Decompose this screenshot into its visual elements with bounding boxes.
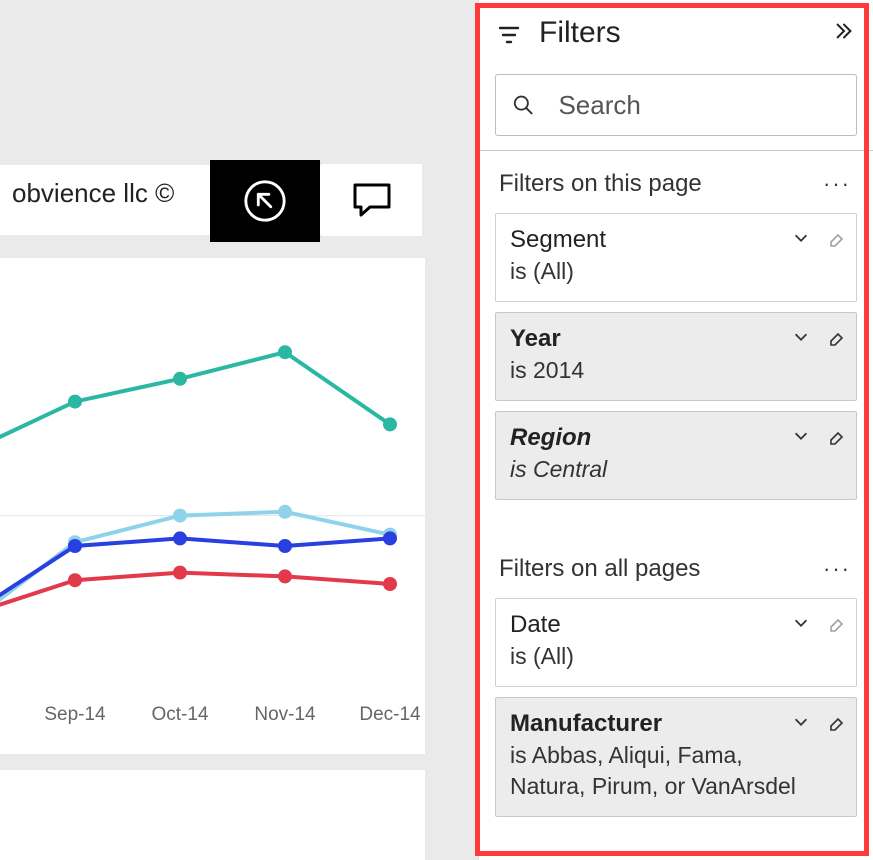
- chevron-down-icon: [792, 229, 810, 247]
- section-head-all: Filters on all pages ···: [479, 536, 873, 592]
- line-chart-plot: Sep-14 Oct-14 Nov-14 Dec-14: [0, 258, 425, 754]
- filter-value: is Central: [510, 454, 842, 485]
- clear-filter-button[interactable]: [824, 327, 844, 352]
- clear-filter-button[interactable]: [824, 228, 844, 253]
- svg-text:Dec-14: Dec-14: [359, 704, 421, 725]
- drill-up-button[interactable]: [210, 160, 320, 242]
- clear-filter-button[interactable]: [824, 712, 844, 737]
- filter-value: is Abbas, Aliqui, Fama, Natura, Pirum, o…: [510, 740, 842, 802]
- expand-filter-button[interactable]: [792, 614, 810, 637]
- eraser-icon: [824, 426, 844, 446]
- attribution-text: obvience llc ©: [12, 178, 174, 209]
- clear-filter-button[interactable]: [824, 613, 844, 638]
- filter-icon: [497, 23, 521, 47]
- filter-value: is (All): [510, 256, 842, 287]
- section-page-more-button[interactable]: ···: [821, 169, 853, 199]
- filter-value: is 2014: [510, 355, 842, 386]
- svg-text:Sep-14: Sep-14: [44, 704, 106, 725]
- filters-search-input[interactable]: [556, 89, 840, 122]
- section-head-page: Filters on this page ···: [479, 151, 873, 207]
- chevron-down-icon: [792, 328, 810, 346]
- filters-pane-header: Filters: [479, 0, 873, 66]
- search-icon: [512, 92, 534, 118]
- eraser-icon: [824, 327, 844, 347]
- chevron-down-icon: [792, 427, 810, 445]
- collapse-pane-button[interactable]: [833, 20, 855, 47]
- filters-search[interactable]: [495, 74, 857, 136]
- filter-card-year[interactable]: Year is 2014: [495, 312, 857, 401]
- line-chart[interactable]: Sep-14 Oct-14 Nov-14 Dec-14: [0, 258, 425, 754]
- section-label-page: Filters on this page: [499, 170, 821, 198]
- filter-card-date[interactable]: Date is (All): [495, 598, 857, 687]
- report-top-bar: [0, 0, 478, 158]
- expand-filter-button[interactable]: [792, 229, 810, 252]
- expand-filter-button[interactable]: [792, 427, 810, 450]
- filter-card-region[interactable]: Region is Central: [495, 411, 857, 500]
- filters-pane: Filters Filters on this page ··· Segment…: [478, 0, 873, 860]
- section-all-more-button[interactable]: ···: [821, 554, 853, 584]
- report-canvas: obvience llc © Sep-14 Oct-14 Nov-14 Dec-14: [0, 0, 478, 860]
- eraser-icon: [824, 228, 844, 248]
- filter-value: is (All): [510, 641, 842, 672]
- eraser-icon: [824, 712, 844, 732]
- comment-button[interactable]: [322, 164, 422, 236]
- section-label-all: Filters on all pages: [499, 555, 821, 583]
- comment-icon: [352, 182, 392, 218]
- clear-filter-button[interactable]: [824, 426, 844, 451]
- filters-pane-title: Filters: [539, 16, 833, 50]
- expand-filter-button[interactable]: [792, 713, 810, 736]
- filter-card-segment[interactable]: Segment is (All): [495, 213, 857, 302]
- chevron-double-right-icon: [833, 20, 855, 42]
- chevron-down-icon: [792, 713, 810, 731]
- eraser-icon: [824, 613, 844, 633]
- svg-text:Nov-14: Nov-14: [254, 704, 316, 725]
- report-card-below: [0, 770, 425, 860]
- filter-card-manufacturer[interactable]: Manufacturer is Abbas, Aliqui, Fama, Nat…: [495, 697, 857, 817]
- svg-text:Oct-14: Oct-14: [151, 704, 208, 725]
- chevron-down-icon: [792, 614, 810, 632]
- arrow-up-left-circle-icon: [242, 178, 288, 224]
- expand-filter-button[interactable]: [792, 328, 810, 351]
